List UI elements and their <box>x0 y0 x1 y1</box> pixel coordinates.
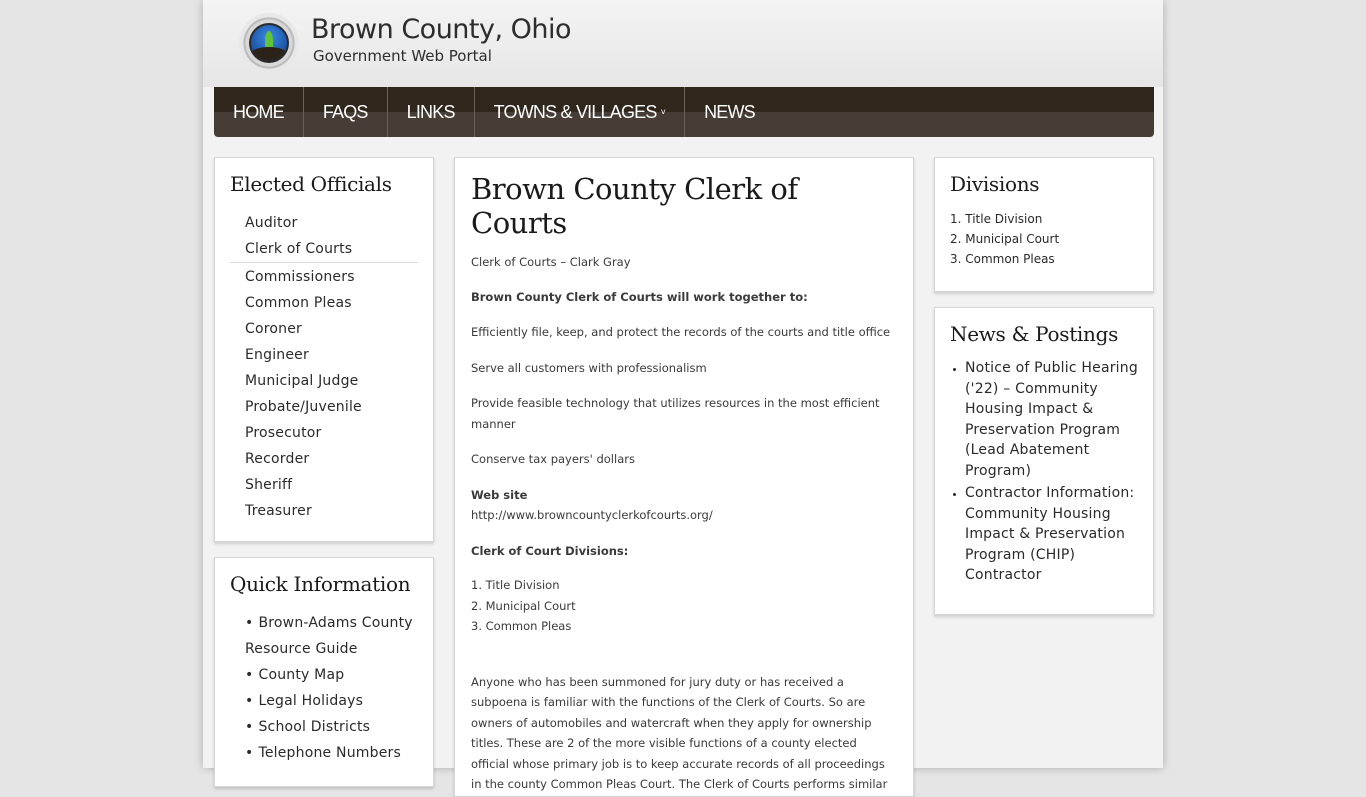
news-item-public-hearing[interactable]: Notice of Public Hearing ('22) – Communi… <box>965 358 1138 481</box>
goal-item: Provide feasible technology that utilize… <box>471 396 880 431</box>
official-link-recorder[interactable]: Recorder <box>230 446 418 472</box>
goal-item: Conserve tax payers' dollars <box>471 452 635 466</box>
official-link-common-pleas[interactable]: Common Pleas <box>230 290 418 316</box>
division-link-municipal[interactable]: 2. Municipal Court <box>950 229 1138 249</box>
official-link-municipal-judge[interactable]: Municipal Judge <box>230 368 418 394</box>
quick-information-widget: Quick Information Brown-Adams County Res… <box>214 557 434 787</box>
division-item: 3. Common Pleas <box>471 619 572 633</box>
divisions-heading: Divisions <box>950 172 1040 196</box>
elected-officials-widget: Elected Officials Auditor Clerk of Court… <box>214 157 434 542</box>
page-title: Brown County Clerk of Courts <box>471 172 798 240</box>
official-name: Clerk of Courts – Clark Gray <box>471 255 631 269</box>
website-url[interactable]: http://www.browncountyclerkofcourts.org/ <box>471 508 713 522</box>
nav-towns-villages-label: TOWNS & VILLAGES <box>493 101 658 122</box>
division-link-title[interactable]: 1. Title Division <box>950 209 1138 229</box>
goal-item: Efficiently file, keep, and protect the … <box>471 325 891 339</box>
official-link-clerk-of-courts[interactable]: Clerk of Courts <box>230 236 418 263</box>
news-postings-heading: News & Postings <box>950 322 1119 346</box>
site-subtitle: Government Web Portal <box>313 47 492 65</box>
nav-towns-villages[interactable]: TOWNS & VILLAGES ˅ <box>475 87 686 137</box>
quick-link-school-districts[interactable]: School Districts <box>245 714 418 740</box>
quick-information-heading: Quick Information <box>230 572 411 596</box>
nav-news[interactable]: NEWS <box>685 87 774 137</box>
mission-heading: Brown County Clerk of Courts will work t… <box>471 289 808 304</box>
nav-faqs[interactable]: FAQS <box>304 87 388 137</box>
divisions-widget: Divisions 1. Title Division 2. Municipal… <box>934 157 1154 292</box>
ground-shape <box>251 47 287 61</box>
news-postings-widget: News & Postings Notice of Public Hearing… <box>934 307 1154 615</box>
page-container: Brown County, Ohio Government Web Portal… <box>203 0 1163 797</box>
divisions-heading: Clerk of Court Divisions: <box>471 543 629 558</box>
quick-link-county-map[interactable]: County Map <box>245 662 418 688</box>
main-nav: HOME FAQS LINKS TOWNS & VILLAGES ˅ NEWS <box>214 87 1154 137</box>
seal-emblem <box>249 23 289 63</box>
official-link-coroner[interactable]: Coroner <box>230 316 418 342</box>
division-item: 1. Title Division <box>471 578 560 592</box>
official-link-engineer[interactable]: Engineer <box>230 342 418 368</box>
news-list: Notice of Public Hearing ('22) – Communi… <box>950 358 1138 586</box>
county-seal-icon[interactable] <box>239 13 299 73</box>
division-item: 2. Municipal Court <box>471 598 576 613</box>
website-link[interactable]: http://www.browncountyclerkofcourts.org/ <box>471 505 897 526</box>
official-link-prosecutor[interactable]: Prosecutor <box>230 420 418 446</box>
official-link-treasurer[interactable]: Treasurer <box>230 498 418 524</box>
official-link-probate-juvenile[interactable]: Probate/Juvenile <box>230 394 418 420</box>
division-link-common-pleas[interactable]: 3. Common Pleas <box>950 249 1138 269</box>
divisions-list: 1. Title Division 2. Municipal Court 3. … <box>950 209 1138 269</box>
site-title[interactable]: Brown County, Ohio <box>311 14 572 45</box>
quick-link-telephone-numbers[interactable]: Telephone Numbers <box>245 740 418 766</box>
goal-item: Serve all customers with professionalism <box>471 360 707 375</box>
main-content: Brown County Clerk of Courts Clerk of Co… <box>454 157 914 797</box>
website-label: Web site <box>471 487 528 502</box>
body-paragraph: Anyone who has been summoned for jury du… <box>471 674 888 792</box>
nav-links[interactable]: LINKS <box>388 87 475 137</box>
nav-news-label: NEWS <box>704 101 756 122</box>
elected-officials-list: Auditor Clerk of Courts Commissioners Co… <box>230 210 418 524</box>
nav-home-label: HOME <box>233 101 285 122</box>
site-header: Brown County, Ohio Government Web Portal <box>203 0 1163 87</box>
nav-faqs-label: FAQS <box>322 101 369 122</box>
quick-link-resource-guide[interactable]: Brown-Adams County Resource Guide <box>245 610 418 662</box>
official-link-auditor[interactable]: Auditor <box>230 210 418 236</box>
nav-links-label: LINKS <box>406 101 456 122</box>
news-item-contractor-info[interactable]: Contractor Information: Community Housin… <box>965 483 1138 586</box>
nav-home[interactable]: HOME <box>214 87 304 137</box>
official-link-sheriff[interactable]: Sheriff <box>230 472 418 498</box>
chevron-down-icon: ˅ <box>660 107 666 117</box>
quick-link-legal-holidays[interactable]: Legal Holidays <box>245 688 418 714</box>
quick-information-list: Brown-Adams County Resource Guide County… <box>230 610 418 766</box>
official-link-commissioners[interactable]: Commissioners <box>230 264 418 290</box>
elected-officials-heading: Elected Officials <box>230 172 392 196</box>
